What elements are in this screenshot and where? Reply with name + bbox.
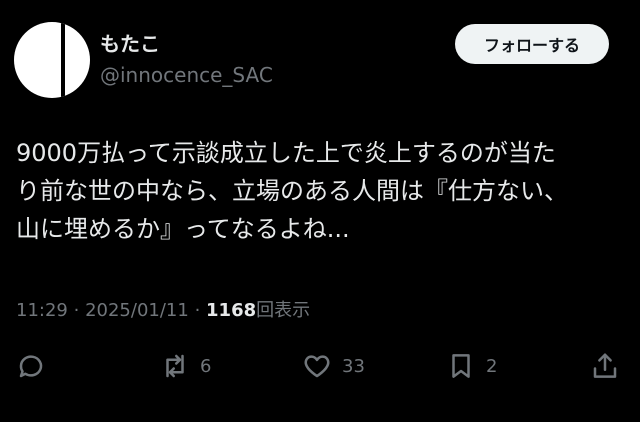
action-bar: 6 33 2 [0,346,640,386]
share-icon [593,353,617,378]
views-count: 1168 [206,300,257,321]
tweet-text: 9000万払って示談成立した上で炎上するのが当た り前な世の中なら、立場のある人… [16,134,622,248]
like-count: 33 [342,355,365,377]
tweet-text-line: 山に埋めるか』ってなるよね... [16,215,350,243]
bookmark-button[interactable]: 2 [446,346,497,386]
bookmark-count: 2 [486,355,498,377]
tweet-text-line: り前な世の中なら、立場のある人間は『仕方ない、 [16,177,568,205]
tweet-metadata: 11:29 · 2025/01/11 · 1168回表示 [16,299,310,323]
follow-button[interactable]: フォローする [455,24,609,64]
views-label: 回表示 [256,300,311,321]
tweet-time[interactable]: 11:29 [16,300,68,321]
display-name[interactable]: もたこ [100,32,160,56]
share-button[interactable] [590,346,620,386]
retweet-button[interactable]: 6 [160,346,211,386]
user-handle[interactable]: @innocence_SAC [100,63,273,87]
meta-separator: · [73,300,80,321]
reply-icon [19,355,43,378]
avatar[interactable] [14,22,90,98]
reply-button[interactable] [16,346,46,386]
like-button[interactable]: 33 [302,346,365,386]
retweet-icon [166,354,184,378]
meta-separator: · [194,300,201,321]
heart-icon [304,355,330,378]
bookmark-icon [452,354,470,378]
tweet-date[interactable]: 2025/01/11 [85,300,189,321]
tweet-text-line: 9000万払って示談成立した上で炎上するのが当た [16,139,556,167]
avatar-stripe [61,22,65,98]
retweet-count: 6 [200,355,212,377]
